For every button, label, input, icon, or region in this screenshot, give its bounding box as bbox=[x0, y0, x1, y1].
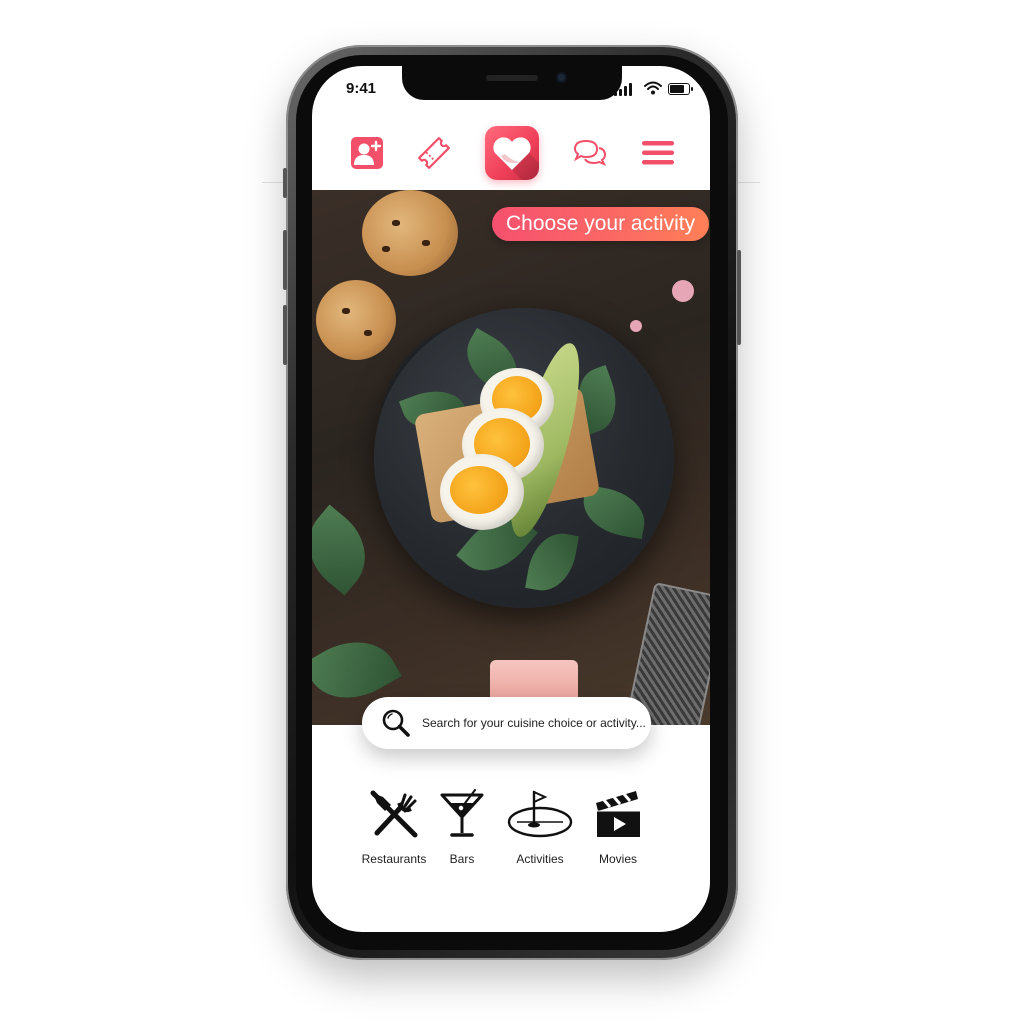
cookie bbox=[362, 190, 458, 276]
golf-flag-icon bbox=[507, 790, 573, 838]
messages-button[interactable] bbox=[570, 118, 610, 188]
power-button bbox=[737, 250, 741, 345]
phone-screen: 9:41 Choose your activity Search for you… bbox=[312, 66, 710, 932]
add-user-icon bbox=[351, 137, 383, 169]
volume-up-button bbox=[283, 230, 287, 290]
add-friend-button[interactable] bbox=[346, 118, 388, 188]
mute-switch bbox=[283, 168, 287, 198]
hamburger-menu-icon bbox=[642, 141, 674, 165]
heart-logo-icon bbox=[493, 137, 539, 180]
category-label: Movies bbox=[598, 852, 637, 866]
status-time: 9:41 bbox=[346, 80, 377, 97]
app-logo bbox=[485, 126, 539, 180]
hero-food-image bbox=[312, 190, 710, 725]
battery-icon bbox=[668, 83, 693, 95]
fork-knife-icon bbox=[370, 790, 418, 838]
front-camera bbox=[556, 72, 567, 83]
cocktail-glass-icon bbox=[440, 789, 484, 837]
category-label: Restaurants bbox=[361, 852, 427, 866]
top-nav bbox=[312, 118, 710, 188]
chat-bubbles-icon bbox=[573, 139, 607, 166]
category-label: Activities bbox=[516, 852, 564, 866]
search-bar[interactable] bbox=[362, 697, 651, 749]
home-logo-button[interactable] bbox=[482, 118, 542, 188]
cookie bbox=[316, 280, 396, 360]
choose-activity-button[interactable]: Choose your activity bbox=[492, 207, 710, 241]
tickets-button[interactable] bbox=[412, 118, 456, 188]
category-movies[interactable]: Movies bbox=[578, 786, 658, 866]
search-input[interactable] bbox=[420, 715, 651, 731]
wifi-icon bbox=[644, 81, 662, 95]
category-bar: Restaurants Bars Activities Movies bbox=[312, 786, 710, 876]
menu-button[interactable] bbox=[636, 118, 680, 188]
notch bbox=[402, 66, 622, 100]
category-bars[interactable]: Bars bbox=[422, 786, 502, 866]
category-activities[interactable]: Activities bbox=[500, 786, 580, 866]
category-label: Bars bbox=[449, 852, 475, 866]
mockup-stage: 9:41 Choose your activity Search for you… bbox=[0, 0, 1024, 1024]
clapperboard-icon bbox=[596, 791, 640, 837]
ticket-icon bbox=[418, 137, 450, 169]
search-icon bbox=[382, 709, 410, 737]
volume-down-button bbox=[283, 305, 287, 365]
speaker-grille bbox=[486, 75, 538, 81]
battery-level bbox=[670, 85, 685, 93]
status-icons bbox=[614, 81, 693, 96]
